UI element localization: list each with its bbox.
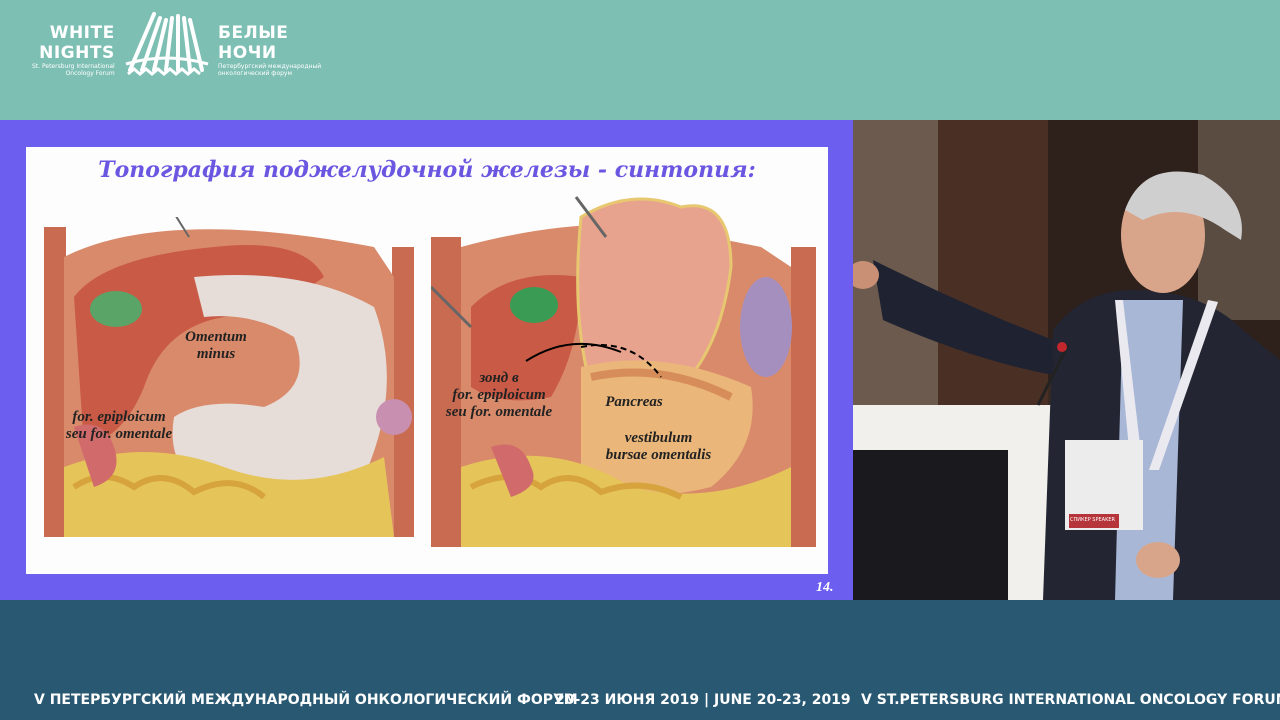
speaker-video: СПИКЕР SPEAKER: [853, 120, 1280, 600]
slide-title: Топография поджелудочной железы - синтоп…: [98, 157, 756, 183]
logo-en-line2: NIGHTS: [39, 43, 115, 63]
label-pancreas: Pancreas: [605, 394, 663, 410]
label-vestibulum: vestibulum bursae omentalis: [605, 430, 712, 463]
slide-number: 14.: [816, 580, 834, 595]
logo-mark-icon: [125, 12, 209, 76]
speaker-badge-label: СПИКЕР SPEAKER: [1070, 517, 1115, 523]
logo-en-line1: WHITE: [49, 23, 115, 43]
footer-forum-en: V ST.PETERSBURG INTERNATIONAL ONCOLOGY F…: [861, 692, 1280, 708]
logo-ru-sub2: онкологический форум: [218, 70, 292, 77]
label-omentum-minus: Omentum minus: [185, 329, 247, 362]
footer-forum-ru: V ПЕТЕРБУРГСКИЙ МЕЖДУНАРОДНЫЙ ОНКОЛОГИЧЕ…: [34, 692, 578, 708]
anatomy-illustration-left: [44, 217, 414, 537]
logo-en-sub1: St. Petersburg International: [32, 63, 115, 70]
slide: Топография поджелудочной железы - синтоп…: [26, 147, 828, 574]
label-foramen-epiploicum: for. epiploicum seu for. omentale: [65, 409, 173, 442]
logo-ru-line1: БЕЛЫЕ: [218, 23, 289, 43]
logo-text-ru: БЕЛЫЕ НОЧИ Петербургский международный о…: [218, 23, 321, 77]
logo-en-sub2: Oncology Forum: [65, 70, 115, 77]
footer-dates: 20-23 ИЮНЯ 2019 | JUNE 20-23, 2019: [555, 692, 851, 708]
logo-ru-sub1: Петербургский международный: [218, 63, 322, 70]
label-probe-foramen: зонд в for. epiploicum seu for. omentale: [445, 370, 553, 420]
logo-ru-line2: НОЧИ: [218, 43, 277, 63]
logo-text-en: WHITE NIGHTS St. Petersburg Internationa…: [32, 23, 115, 77]
speaker-video-frame: [853, 120, 1280, 600]
